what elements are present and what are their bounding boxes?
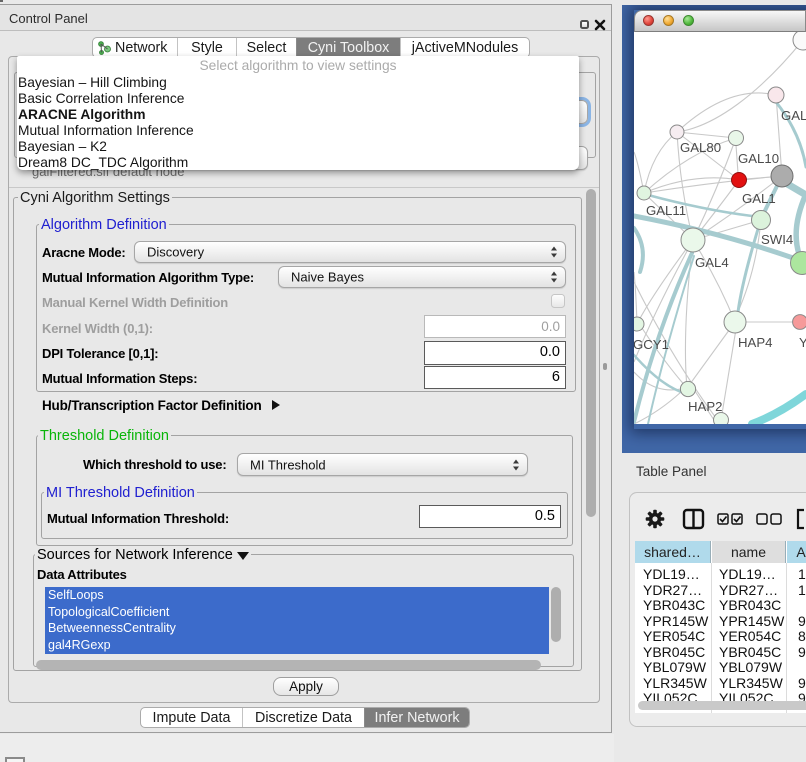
svg-text:GCY1: GCY1 xyxy=(634,337,669,352)
svg-text:GAL80: GAL80 xyxy=(680,140,721,155)
svg-text:Y: Y xyxy=(799,335,806,350)
svg-text:SWI4: SWI4 xyxy=(761,232,793,247)
svg-text:GAL11: GAL11 xyxy=(646,203,686,218)
svg-text:HAP4: HAP4 xyxy=(738,335,772,350)
svg-text:GAL4: GAL4 xyxy=(695,255,729,270)
svg-text:GAL10: GAL10 xyxy=(738,151,779,166)
svg-text:GAL1: GAL1 xyxy=(742,191,776,206)
svg-text:HAP2: HAP2 xyxy=(688,399,722,414)
svg-text:GAL7: GAL7 xyxy=(781,108,806,123)
